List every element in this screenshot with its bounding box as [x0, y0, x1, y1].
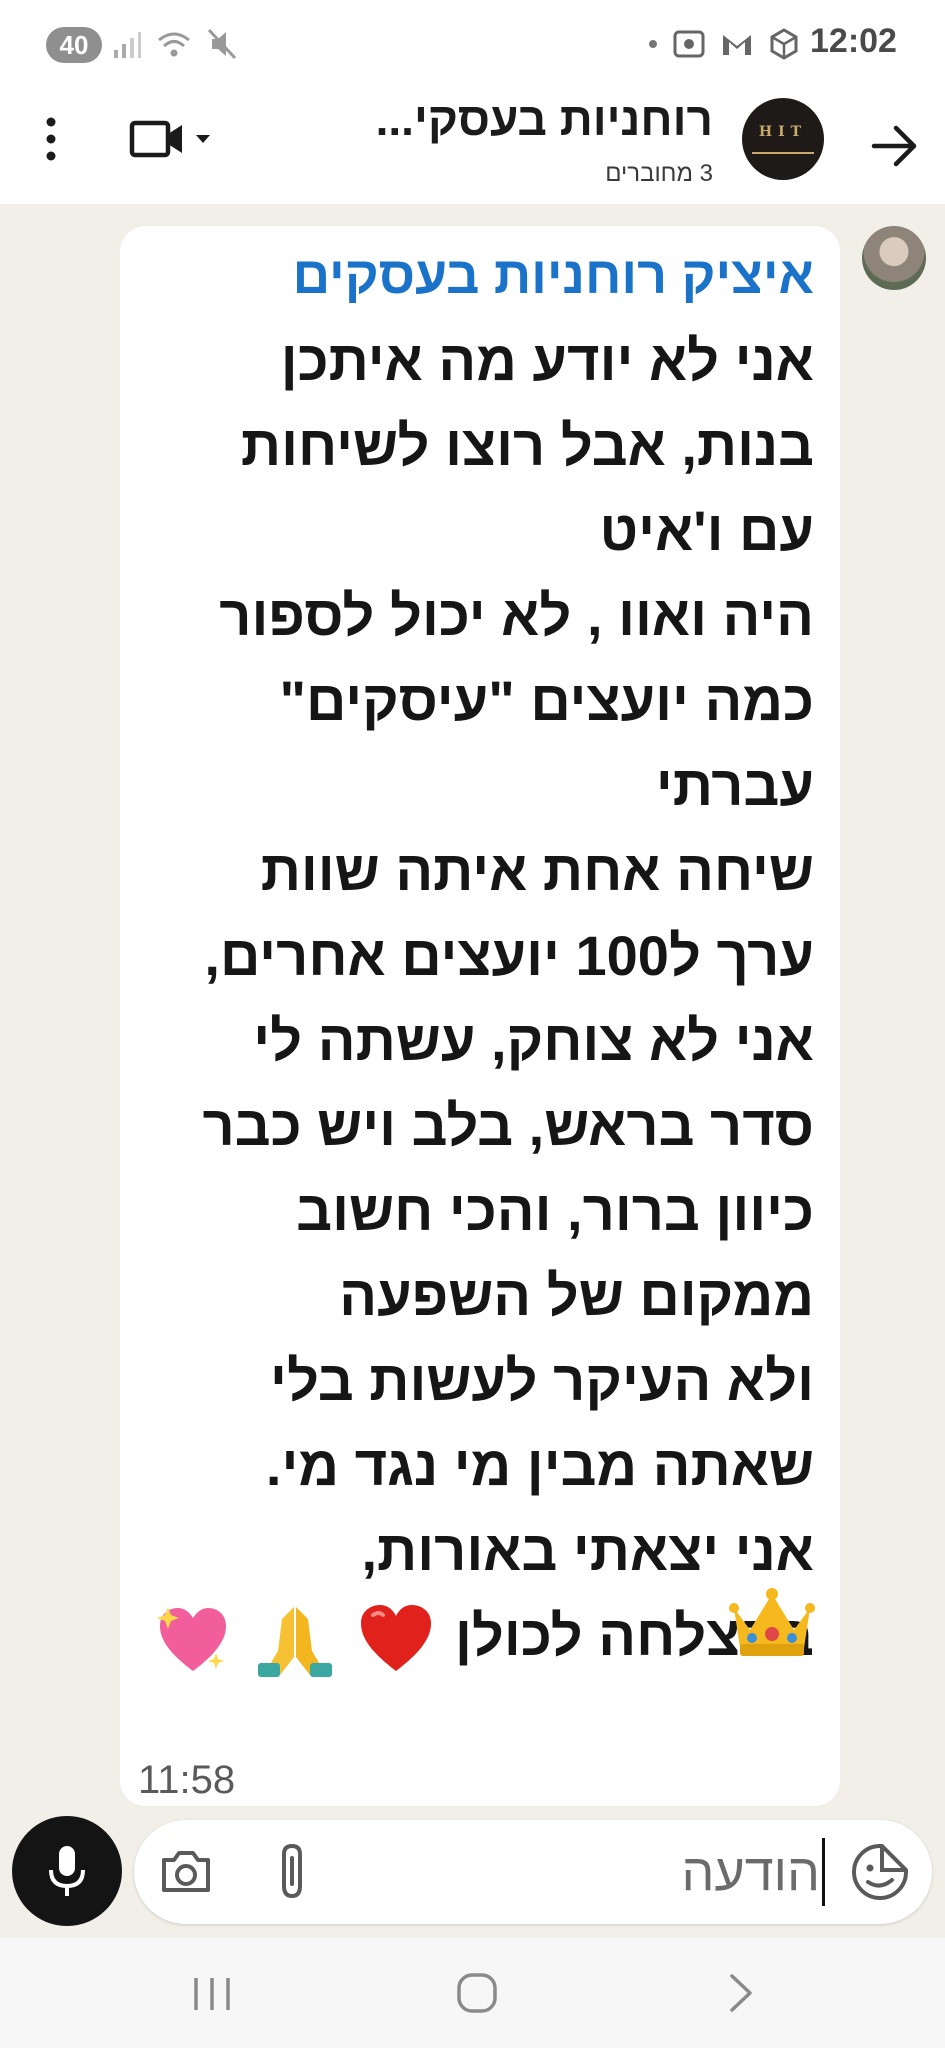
home-icon	[456, 1972, 498, 2014]
message-line: עם ו'איט	[599, 499, 814, 562]
nav-back-button[interactable]	[726, 1970, 756, 2016]
chevron-down-icon	[196, 135, 210, 143]
wifi-icon	[156, 26, 192, 62]
status-bar: 40 12:02	[0, 0, 945, 88]
status-clock: 12:02	[810, 22, 897, 60]
message-line: אני לא צוחק, עשתה לי	[253, 1009, 814, 1072]
video-call-button[interactable]	[126, 114, 226, 164]
group-avatar[interactable]: HIT	[742, 98, 824, 180]
message-input[interactable]	[298, 1838, 822, 1908]
message-text: אני לא יודע מה איתכן בנות, אבל רוצו לשיח…	[134, 318, 814, 1678]
message-line: ממקום של השפעה	[339, 1264, 814, 1327]
message-line: היה ואוו , לא יכול לספור	[219, 584, 814, 647]
message-line: כמה יועצים "עיסקים"	[279, 669, 814, 732]
voice-record-button[interactable]	[12, 1816, 122, 1926]
chat-title[interactable]: רוחניות בעסקי...	[253, 92, 713, 146]
mic-icon	[47, 1844, 87, 1900]
back-arrow-icon	[866, 118, 922, 174]
system-nav-bar	[0, 1938, 945, 2048]
back-button[interactable]	[866, 118, 922, 174]
signal-icon	[112, 26, 142, 62]
gmail-icon	[720, 26, 754, 62]
nav-back-icon	[726, 1970, 756, 2016]
message-time: 11:58	[138, 1758, 236, 1802]
sender-avatar[interactable]	[862, 226, 926, 290]
crown-emoji	[728, 1586, 816, 1660]
mute-icon	[206, 26, 238, 62]
recents-icon	[190, 1974, 234, 2014]
dot-icon	[648, 26, 658, 62]
sticker-button[interactable]	[848, 1840, 912, 1904]
more-vert-icon	[36, 112, 66, 166]
home-button[interactable]	[456, 1972, 498, 2014]
video-call-icon	[129, 120, 182, 158]
message-line: שאתה מבין מי נגד מי.	[265, 1434, 814, 1497]
message-line: ערך ל100 יועצים אחרים,	[204, 924, 814, 987]
message-line: שיחה אחת איתה שוות	[260, 839, 814, 902]
camera-icon	[158, 1846, 214, 1898]
sticker-icon	[848, 1840, 912, 1904]
recents-button[interactable]	[190, 1974, 234, 2014]
composer-bar	[134, 1820, 932, 1924]
camera-button[interactable]	[158, 1846, 214, 1898]
online-count: 3 מחוברים	[605, 160, 713, 187]
message-line: כיוון ברור, והכי חשוב	[296, 1179, 814, 1242]
message-line: סדר בראש, בלב ויש כבר	[202, 1094, 815, 1157]
message-bubble[interactable]: איציק רוחניות בעסקים אני לא יודע מה איתכ…	[120, 226, 840, 1806]
text-caret	[822, 1838, 825, 1906]
vpn-icon	[768, 26, 800, 62]
screen-record-icon	[672, 26, 706, 62]
battery-indicator: 40	[46, 27, 102, 63]
message-line: אני יצאתי באורות,	[361, 1519, 814, 1582]
message-line: אני לא יודע מה איתכן	[280, 329, 814, 392]
sender-name[interactable]: איציק רוחניות בעסקים	[293, 246, 814, 306]
message-line: עברתי	[655, 754, 814, 817]
message-line: בנות, אבל רוצו לשיחות	[240, 414, 814, 477]
message-line: ולא העיקר לעשות בלי	[270, 1349, 814, 1412]
more-options-button[interactable]	[36, 112, 66, 166]
